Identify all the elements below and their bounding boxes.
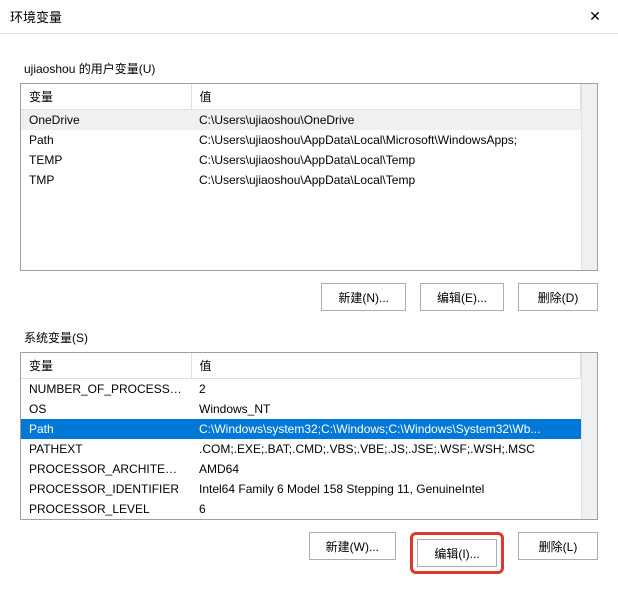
edit-button-highlight: 编辑(I)... — [410, 532, 504, 574]
var-name-cell: TMP — [21, 170, 191, 190]
col-header-name[interactable]: 变量 — [21, 84, 191, 110]
var-name-cell: Path — [21, 130, 191, 150]
var-value-cell: 2 — [191, 379, 581, 400]
var-name-cell: PROCESSOR_IDENTIFIER — [21, 479, 191, 499]
col-header-value[interactable]: 值 — [191, 353, 581, 379]
var-value-cell: AMD64 — [191, 459, 581, 479]
system-vars-table: 变量 值 NUMBER_OF_PROCESSORS2OSWindows_NTPa… — [20, 352, 598, 520]
var-value-cell: 6 — [191, 499, 581, 519]
var-name-cell: PATHEXT — [21, 439, 191, 459]
var-value-cell: Windows_NT — [191, 399, 581, 419]
var-value-cell: Intel64 Family 6 Model 158 Stepping 11, … — [191, 479, 581, 499]
table-row[interactable]: PROCESSOR_LEVEL6 — [21, 499, 581, 519]
table-header-row: 变量 值 — [21, 84, 581, 110]
table-row[interactable]: PROCESSOR_ARCHITECT...AMD64 — [21, 459, 581, 479]
table-row[interactable]: PROCESSOR_IDENTIFIERIntel64 Family 6 Mod… — [21, 479, 581, 499]
user-vars-table: 变量 值 OneDriveC:\Users\ujiaoshou\OneDrive… — [20, 83, 598, 271]
table-row[interactable]: NUMBER_OF_PROCESSORS2 — [21, 379, 581, 400]
window-title: 环境变量 — [10, 7, 62, 26]
table-header-row: 变量 值 — [21, 353, 581, 379]
table-row[interactable]: TEMPC:\Users\ujiaoshou\AppData\Local\Tem… — [21, 150, 581, 170]
table-row[interactable]: PathC:\Users\ujiaoshou\AppData\Local\Mic… — [21, 130, 581, 150]
titlebar: 环境变量 ✕ — [0, 0, 618, 34]
var-name-cell: OS — [21, 399, 191, 419]
col-header-name[interactable]: 变量 — [21, 353, 191, 379]
var-value-cell: C:\Users\ujiaoshou\AppData\Local\Microso… — [191, 130, 581, 150]
table-row[interactable]: PATHEXT.COM;.EXE;.BAT;.CMD;.VBS;.VBE;.JS… — [21, 439, 581, 459]
col-header-value[interactable]: 值 — [191, 84, 581, 110]
var-value-cell: C:\Users\ujiaoshou\AppData\Local\Temp — [191, 150, 581, 170]
var-value-cell: .COM;.EXE;.BAT;.CMD;.VBS;.VBE;.JS;.JSE;.… — [191, 439, 581, 459]
var-value-cell: C:\Windows\system32;C:\Windows;C:\Window… — [191, 419, 581, 439]
var-value-cell: C:\Users\ujiaoshou\OneDrive — [191, 110, 581, 131]
var-name-cell: NUMBER_OF_PROCESSORS — [21, 379, 191, 400]
var-name-cell: PROCESSOR_ARCHITECT... — [21, 459, 191, 479]
system-delete-button[interactable]: 删除(L) — [518, 532, 598, 560]
system-vars-buttons: 新建(W)... 编辑(I)... 删除(L) — [20, 532, 598, 574]
var-value-cell: C:\Users\ujiaoshou\AppData\Local\Temp — [191, 170, 581, 190]
system-new-button[interactable]: 新建(W)... — [309, 532, 396, 560]
system-vars-label: 系统变量(S) — [24, 329, 598, 346]
user-vars-label: ujiaoshou 的用户变量(U) — [24, 60, 598, 77]
var-name-cell: TEMP — [21, 150, 191, 170]
user-delete-button[interactable]: 删除(D) — [518, 283, 598, 311]
close-button[interactable]: ✕ — [572, 0, 618, 34]
var-name-cell: OneDrive — [21, 110, 191, 131]
table-row[interactable]: OneDriveC:\Users\ujiaoshou\OneDrive — [21, 110, 581, 131]
table-row[interactable]: OSWindows_NT — [21, 399, 581, 419]
user-edit-button[interactable]: 编辑(E)... — [420, 283, 504, 311]
scrollbar[interactable] — [581, 84, 597, 270]
scrollbar[interactable] — [581, 353, 597, 519]
table-row[interactable]: TMPC:\Users\ujiaoshou\AppData\Local\Temp — [21, 170, 581, 190]
user-vars-buttons: 新建(N)... 编辑(E)... 删除(D) — [20, 283, 598, 311]
var-name-cell: Path — [21, 419, 191, 439]
user-new-button[interactable]: 新建(N)... — [321, 283, 406, 311]
system-edit-button[interactable]: 编辑(I)... — [417, 539, 497, 567]
table-row[interactable]: PathC:\Windows\system32;C:\Windows;C:\Wi… — [21, 419, 581, 439]
close-icon: ✕ — [589, 8, 601, 25]
var-name-cell: PROCESSOR_LEVEL — [21, 499, 191, 519]
